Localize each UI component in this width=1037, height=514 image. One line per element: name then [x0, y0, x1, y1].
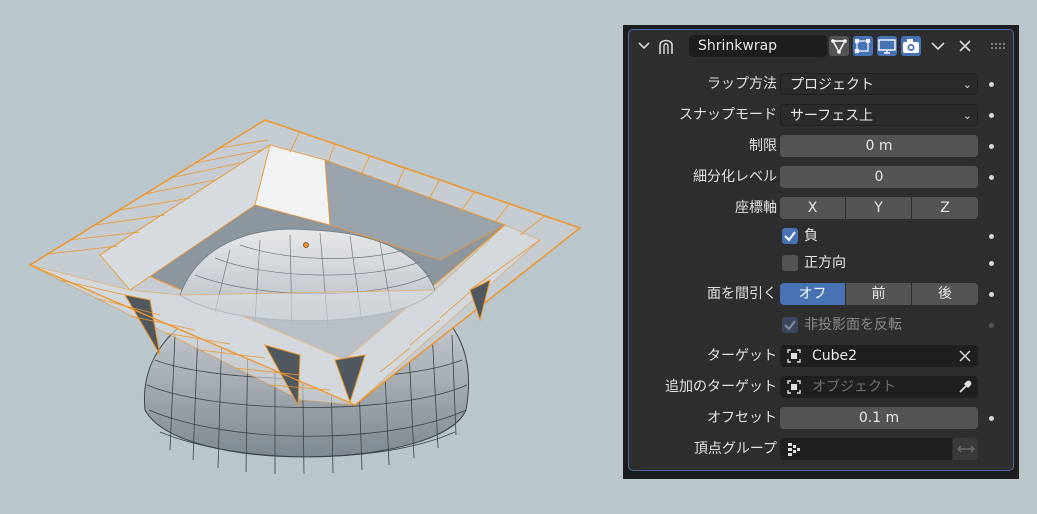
vertex-group-icon [788, 443, 800, 456]
drag-grip-icon[interactable] [990, 42, 1006, 50]
invert-cull-checkbox[interactable] [782, 317, 798, 333]
keyframe-dot [989, 323, 994, 328]
edit-mode-icon[interactable] [829, 36, 849, 56]
shrinkwrap-modifier-box: Shrinkwrap ラップ方法 プロジェクト ⌄ スナップモード サーフェス上 [628, 29, 1014, 471]
wrap-method-label: ラップ方法 [707, 76, 777, 92]
vertex-group-field[interactable] [780, 438, 952, 460]
snap-mode-label: スナップモード [679, 107, 777, 123]
offset-field[interactable]: 0.1 m [780, 407, 978, 429]
cull-off-toggle[interactable]: オフ [780, 283, 845, 305]
object-icon [787, 349, 801, 363]
on-cage-icon[interactable] [853, 36, 873, 56]
object-origin-dot [303, 242, 309, 248]
keyframe-dot[interactable] [989, 292, 994, 297]
keyframe-dot[interactable] [989, 144, 994, 149]
vertex-group-label: 頂点グループ [693, 441, 777, 457]
wrap-method-value: プロジェクト [790, 77, 874, 93]
cull-faces-label: 面を間引く [707, 286, 777, 302]
close-x-icon[interactable] [958, 39, 972, 53]
target-object-field[interactable]: Cube2 [780, 345, 978, 367]
target-object-name: Cube2 [812, 348, 858, 364]
keyframe-dot[interactable] [989, 175, 994, 180]
realtime-display-icon[interactable] [877, 36, 897, 56]
positive-checkbox[interactable] [782, 255, 798, 271]
cull-back-toggle[interactable]: 後 [912, 283, 978, 305]
clear-x-icon[interactable] [959, 350, 971, 362]
chevron-down-icon: ⌄ [962, 78, 972, 91]
keyframe-dot[interactable] [989, 113, 994, 118]
negative-checkbox[interactable] [782, 228, 798, 244]
subdivision-levels-label: 細分化レベル [693, 169, 777, 185]
axis-y-toggle[interactable]: Y [846, 197, 911, 219]
modifier-name-field[interactable]: Shrinkwrap [689, 35, 827, 57]
collapse-chevron-icon[interactable] [638, 40, 650, 52]
chevron-down-icon: ⌄ [962, 109, 972, 122]
shrinkwrap-plane-mesh[interactable] [28, 119, 582, 407]
aux-target-label: 追加のターゲット [665, 379, 777, 395]
viewport-scene [28, 119, 582, 475]
check-icon [784, 231, 796, 242]
check-icon [784, 320, 796, 331]
keyframe-dot[interactable] [989, 416, 994, 421]
keyframe-dot[interactable] [989, 261, 994, 266]
target-label: ターゲット [707, 348, 777, 364]
snap-mode-value: サーフェス上 [790, 108, 874, 124]
keyframe-dot[interactable] [989, 234, 994, 239]
limit-field[interactable]: 0 m [780, 135, 978, 157]
aux-target-placeholder: オブジェクト [812, 379, 896, 395]
swap-arrows-icon [957, 445, 975, 453]
object-icon [787, 380, 801, 394]
eyedropper-icon[interactable] [957, 379, 973, 395]
subdivision-levels-field[interactable]: 0 [780, 166, 978, 188]
axis-z-toggle[interactable]: Z [912, 197, 978, 219]
axis-x-toggle[interactable]: X [780, 197, 845, 219]
modifier-header: Shrinkwrap [629, 30, 1013, 62]
3d-viewport[interactable] [0, 0, 610, 510]
shrinkwrap-modifier-icon [659, 39, 673, 54]
snap-mode-dropdown[interactable]: サーフェス上 ⌄ [780, 104, 978, 126]
keyframe-dot[interactable] [989, 82, 994, 87]
invert-cull-label: 非投影面を反転 [804, 317, 902, 333]
negative-label: 負 [804, 228, 818, 244]
invert-vertex-group-button[interactable] [953, 438, 978, 460]
offset-label: オフセット [707, 410, 777, 426]
wrap-method-dropdown[interactable]: プロジェクト ⌄ [780, 73, 978, 95]
positive-label: 正方向 [804, 255, 846, 271]
modifier-properties-panel: Shrinkwrap ラップ方法 プロジェクト ⌄ スナップモード サーフェス上 [623, 25, 1019, 479]
dropdown-chevron-icon[interactable] [931, 41, 945, 51]
axis-label: 座標軸 [735, 200, 777, 216]
aux-target-object-field[interactable]: オブジェクト [780, 376, 978, 398]
limit-label: 制限 [749, 138, 777, 154]
render-camera-icon[interactable] [901, 36, 921, 56]
cull-front-toggle[interactable]: 前 [846, 283, 911, 305]
